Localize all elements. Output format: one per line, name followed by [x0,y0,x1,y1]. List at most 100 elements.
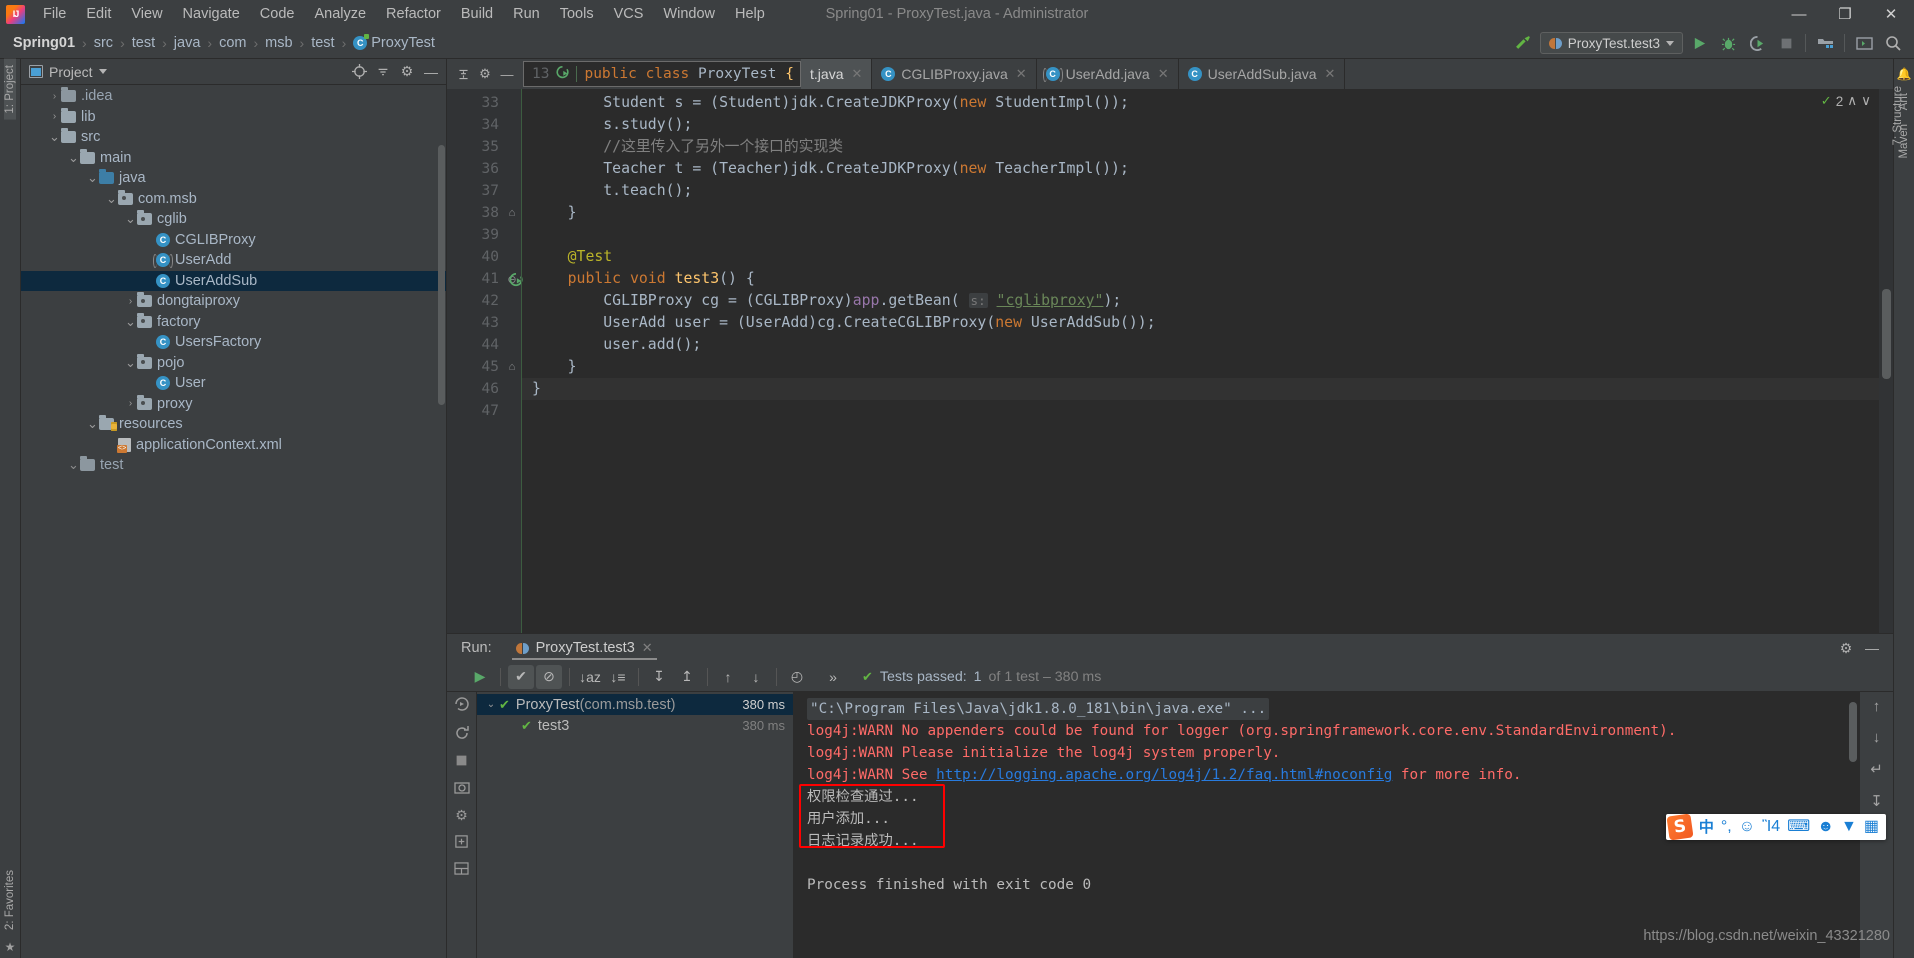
rerun-icon[interactable] [454,725,470,744]
tree-node-user[interactable]: C User [21,373,446,394]
export-icon[interactable] [454,834,469,852]
tree-node-cglib[interactable]: ⌄ cglib [21,209,446,230]
hide-run-panel-icon[interactable]: — [1861,637,1883,659]
tree-node-com-msb[interactable]: ⌄ com.msb [21,189,446,210]
menu-edit[interactable]: Edit [76,3,121,25]
close-icon[interactable]: ✕ [1158,66,1169,82]
chevron-right-icon[interactable]: › [48,91,61,102]
rerun-icon[interactable]: ▶ [467,665,493,689]
menu-refactor[interactable]: Refactor [376,3,451,25]
chevron-down-icon[interactable]: ⌄ [86,417,99,430]
code-editor[interactable]: 33 34 35 36 37 38 39 40 41 42 43 44 45 46 47 ⌂ ⊖ ⌂ Stude… [447,89,1893,633]
menu-analyze[interactable]: Analyze [304,3,376,25]
close-button[interactable]: ✕ [1868,0,1914,28]
breadcrumb-item-spring01[interactable]: Spring01 [10,34,78,52]
chevron-right-icon[interactable]: › [124,296,137,307]
chevron-down-icon[interactable]: ⌄ [48,130,61,143]
run-tab-proxytest-test3[interactable]: ProxyTest.test3 ✕ [508,634,661,662]
close-icon[interactable]: ✕ [851,66,862,82]
code-folding-gutter[interactable]: ⌂ ⊖ ⌂ [503,89,521,633]
tree-node-resources[interactable]: ⌄ resources [21,414,446,435]
tree-node-src[interactable]: ⌄ src [21,127,446,148]
expand-all-icon[interactable]: ↧ [646,665,672,689]
chevron-down-icon[interactable]: ⌄ [124,356,137,369]
breadcrumb-item-com[interactable]: com [216,34,249,52]
breadcrumb-item-msb[interactable]: msb [262,34,295,52]
fold-marker[interactable]: ⌂ [503,356,521,378]
scroll-to-end-icon[interactable]: ↧ [1870,792,1883,810]
editor-tab-t-java[interactable]: t.java ✕ [801,59,873,89]
sidebar-item-favorites[interactable]: 2: Favorites [4,864,16,936]
skin-icon[interactable]: ▼ [1841,819,1857,835]
hide-panel-icon[interactable]: — [420,61,442,83]
punctuation-icon[interactable]: °, [1721,819,1732,835]
toolbar-overflow-icon[interactable]: » [820,665,846,689]
chevron-down-icon[interactable]: ⌄ [124,212,137,225]
sidebar-item-structure[interactable]: 7: Structure [1892,80,1904,151]
menu-view[interactable]: View [121,3,172,25]
tree-node-useradd[interactable]: C UserAdd [21,250,446,271]
editor-tab-useraddsub-java[interactable]: C UserAddSub.java ✕ [1179,59,1346,89]
emoji-icon[interactable]: ☺ [1739,819,1755,835]
chevron-down-icon[interactable]: ⌄ [483,699,499,710]
chevron-down-icon[interactable]: ⌄ [67,151,80,164]
tree-node-usersfactory[interactable]: C UsersFactory [21,332,446,353]
inspection-next-icon[interactable]: ∨ [1861,93,1871,109]
settings-gear-icon[interactable]: ⚙ [475,62,495,86]
chinese-mode-icon[interactable]: 中 [1699,820,1714,835]
chevron-down-icon[interactable]: ⌄ [86,171,99,184]
tree-node-dongtaiproxy[interactable]: › dongtaiproxy [21,291,446,312]
maximize-button[interactable]: ❐ [1822,0,1868,28]
terminal-icon[interactable] [1851,31,1877,55]
tree-node-factory[interactable]: ⌄ factory [21,312,446,333]
debug-icon[interactable] [1715,31,1741,55]
menu-tools[interactable]: Tools [550,3,604,25]
code-text[interactable]: Student s = (Student)jdk.CreateJDKProxy(… [521,89,1893,633]
project-tree-scrollbar[interactable] [438,145,445,405]
tree-node-proxy[interactable]: › proxy [21,394,446,415]
tree-node--idea[interactable]: › .idea [21,86,446,107]
scroll-from-source-icon[interactable] [348,61,370,83]
stop-icon[interactable] [455,754,468,770]
collapse-all-icon[interactable]: ↥ [674,665,700,689]
menu-navigate[interactable]: Navigate [173,3,250,25]
expand-collapse-icon[interactable] [453,62,473,86]
run-with-coverage-icon[interactable] [1744,31,1770,55]
collapse-all-icon[interactable] [372,61,394,83]
minimize-button[interactable]: — [1776,0,1822,28]
user-icon[interactable]: ☻ [1817,819,1834,835]
scroll-up-icon[interactable]: ↑ [1873,698,1881,715]
chevron-right-icon[interactable]: › [124,398,137,409]
run-icon[interactable] [1686,31,1712,55]
keyboard-icon[interactable]: ⌨ [1787,819,1810,835]
tree-node-lib[interactable]: › lib [21,107,446,128]
test-results-tree[interactable]: ⌄ ✔ ProxyTest (com.msb.test) 380 ms ✔ test3 38… [477,692,793,958]
close-icon[interactable]: ✕ [1016,66,1027,82]
test-history-icon[interactable]: ◴ [784,665,810,689]
project-structure-icon[interactable] [1812,31,1838,55]
menu-window[interactable]: Window [653,3,725,25]
tree-node-main[interactable]: ⌄ main [21,148,446,169]
hide-ignored-icon[interactable]: ⊘ [536,664,562,689]
scroll-down-icon[interactable]: ↓ [1873,729,1881,746]
editor-scrollbar[interactable] [1882,289,1891,379]
settings-icon[interactable]: ⚙ [455,807,468,824]
chevron-down-icon[interactable]: ⌄ [105,192,118,205]
breadcrumb-item-proxytest[interactable]: C ProxyTest [350,34,438,52]
tree-node-java[interactable]: ⌄ java [21,168,446,189]
tree-node-test[interactable]: ⌄ test [21,455,446,476]
console-link[interactable]: http://logging.apache.org/log4j/1.2/faq.… [936,767,1392,783]
menu-vcs[interactable]: VCS [604,3,654,25]
editor-marker-bar[interactable] [1879,89,1893,633]
close-icon[interactable]: ✕ [642,640,653,656]
menu-run[interactable]: Run [503,3,550,25]
voice-input-icon[interactable]: Ἲ4 [1762,819,1780,835]
run-test-icon[interactable] [556,65,570,83]
chevron-down-icon[interactable] [98,69,107,74]
sidebar-item-project[interactable]: 1: Project [4,59,16,120]
editor-tab-cglibproxy-java[interactable]: C CGLIBProxy.java ✕ [872,59,1037,89]
breadcrumb-item-test[interactable]: test [129,34,158,52]
fold-marker[interactable]: ⌂ [503,202,521,224]
hide-editor-icon[interactable]: — [497,62,517,86]
soft-wrap-icon[interactable]: ↵ [1870,760,1883,778]
